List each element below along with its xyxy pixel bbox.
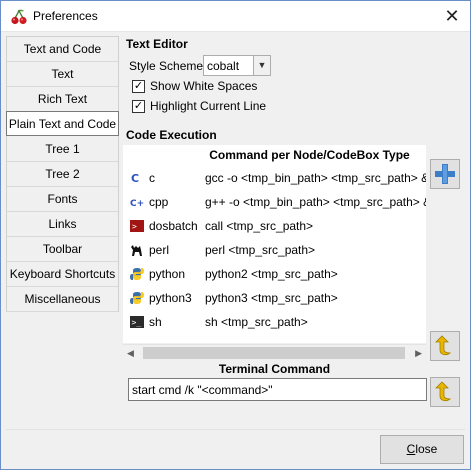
preferences-window: Preferences ✕ Text and Code Text Rich Te… (0, 0, 471, 470)
table-row[interactable]: >_ sh sh <tmp_src_path> (123, 311, 426, 335)
sidebar-item-rich-text[interactable]: Rich Text (7, 87, 118, 112)
sidebar-item-links[interactable]: Links (7, 212, 118, 237)
row-command: g++ -o <tmp_bin_path> <tmp_src_path> & (205, 195, 426, 209)
preferences-sidebar: Text and Code Text Rich Text Plain Text … (6, 36, 119, 312)
highlight-current-line-label: Highlight Current Line (150, 99, 267, 113)
plus-icon (435, 164, 455, 184)
terminal-command-input[interactable]: start cmd /k "<command>" (128, 378, 427, 401)
chevron-down-icon[interactable]: ▼ (253, 56, 270, 75)
table-row[interactable]: perl perl <tmp_src_path> (123, 239, 426, 263)
sidebar-item-text-and-code[interactable]: Text and Code (7, 37, 118, 62)
preferences-content: Text Editor Style Scheme cobalt ▼ ✓ Show… (123, 34, 466, 429)
svg-text:C+: C+ (130, 199, 144, 209)
window-close-button[interactable]: ✕ (440, 4, 464, 28)
sidebar-item-toolbar[interactable]: Toolbar (7, 237, 118, 262)
row-lang: sh (149, 315, 162, 329)
python3-icon (130, 292, 144, 304)
row-command: sh <tmp_src_path> (205, 315, 308, 329)
close-button-label: lose (415, 442, 438, 456)
undo-arrow-icon (435, 335, 452, 356)
reset-terminal-button[interactable] (430, 377, 460, 407)
row-lang: python3 (149, 291, 192, 305)
cherry-app-icon (11, 9, 27, 25)
sidebar-item-tree-1[interactable]: Tree 1 (7, 137, 118, 162)
sidebar-item-keyboard-shortcuts[interactable]: Keyboard Shortcuts (7, 262, 118, 287)
sidebar-item-plain-text-and-code[interactable]: Plain Text and Code (6, 111, 119, 136)
code-execution-table[interactable]: Command per Node/CodeBox Type C c gcc -o… (123, 145, 426, 343)
footer-separator (6, 429, 465, 430)
sidebar-item-text[interactable]: Text (7, 62, 118, 87)
row-lang: perl (149, 243, 170, 257)
svg-text:>: > (132, 222, 137, 231)
code-table-hscrollbar[interactable]: ◀ ▶ (123, 344, 426, 361)
row-command: python3 <tmp_src_path> (205, 291, 338, 305)
highlight-current-line-checkbox[interactable]: ✓ (132, 100, 145, 113)
svg-text:C: C (131, 172, 139, 185)
table-row[interactable]: C c gcc -o <tmp_bin_path> <tmp_src_path>… (123, 167, 426, 191)
show-white-spaces-checkbox[interactable]: ✓ (132, 80, 145, 93)
sidebar-item-tree-2[interactable]: Tree 2 (7, 162, 118, 187)
scroll-right-arrow[interactable]: ▶ (415, 348, 422, 359)
table-row[interactable]: python3 python3 <tmp_src_path> (123, 287, 426, 311)
scroll-thumb[interactable] (143, 347, 405, 359)
table-row[interactable]: C+ cpp g++ -o <tmp_bin_path> <tmp_src_pa… (123, 191, 426, 215)
row-lang: dosbatch (149, 219, 198, 233)
row-lang: cpp (149, 195, 169, 209)
row-command: python2 <tmp_src_path> (205, 267, 338, 281)
row-command: perl <tmp_src_path> (205, 243, 316, 257)
python-icon (130, 268, 144, 280)
sidebar-item-miscellaneous[interactable]: Miscellaneous (7, 287, 118, 312)
row-lang: c (149, 171, 155, 185)
code-execution-section-title: Code Execution (126, 128, 217, 142)
command-column-header: Command per Node/CodeBox Type (209, 148, 410, 162)
close-button[interactable]: Close (380, 435, 464, 464)
style-scheme-label: Style Scheme (129, 59, 204, 73)
table-row[interactable]: > dosbatch call <tmp_src_path> (123, 215, 426, 239)
style-scheme-value: cobalt (207, 59, 240, 73)
perl-camel-icon (131, 245, 142, 256)
cpp-icon: C+ (130, 199, 144, 209)
add-command-button[interactable] (430, 159, 460, 189)
undo-arrow-icon (435, 381, 452, 402)
style-scheme-select[interactable]: cobalt ▼ (203, 55, 271, 76)
text-editor-section-title: Text Editor (126, 37, 188, 51)
title-bar: Preferences ✕ (1, 1, 470, 32)
dosbatch-icon: > (130, 220, 144, 232)
window-title: Preferences (33, 9, 98, 23)
terminal-icon: >_ (130, 316, 144, 328)
show-white-spaces-label: Show White Spaces (150, 79, 258, 93)
reset-commands-button[interactable] (430, 331, 460, 361)
terminal-command-title: Terminal Command (218, 362, 331, 376)
sidebar-item-fonts[interactable]: Fonts (7, 187, 118, 212)
scroll-left-arrow[interactable]: ◀ (127, 348, 134, 359)
svg-text:>_: >_ (132, 318, 142, 327)
row-command: gcc -o <tmp_bin_path> <tmp_src_path> && (205, 171, 426, 185)
row-lang: python (149, 267, 186, 281)
table-row[interactable]: python python2 <tmp_src_path> (123, 263, 426, 287)
c-icon: C (131, 172, 139, 185)
row-command: call <tmp_src_path> (205, 219, 314, 233)
